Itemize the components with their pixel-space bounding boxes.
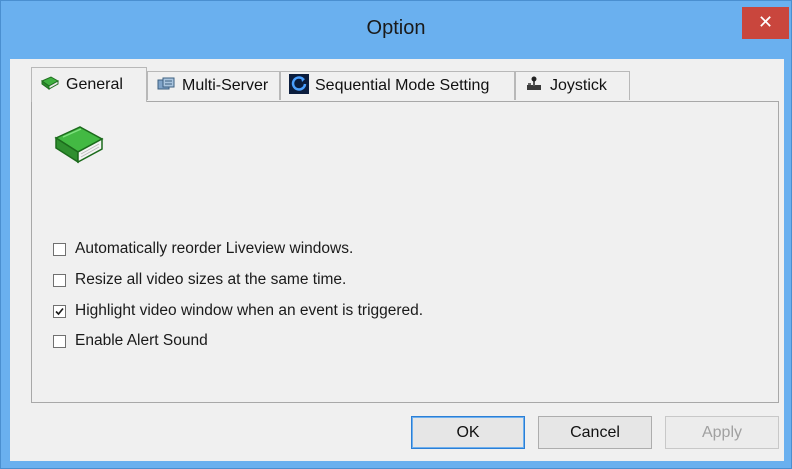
joystick-icon — [524, 76, 544, 97]
window-title: Option — [366, 17, 426, 39]
checkbox[interactable] — [53, 334, 66, 348]
tab-general[interactable]: General — [31, 67, 147, 102]
tab-joystick-label: Joystick — [550, 77, 607, 94]
general-tab-panel: Automatically reorder Liveview windows. … — [31, 101, 779, 403]
tab-multi-server-label: Multi-Server — [182, 77, 269, 94]
cycle-icon — [289, 73, 309, 99]
close-icon: ✕ — [757, 12, 774, 33]
ok-button[interactable]: OK — [411, 416, 525, 449]
option-auto-reorder-liveview[interactable]: Automatically reorder Liveview windows. — [53, 239, 353, 259]
checkbox-checked[interactable] — [53, 304, 66, 318]
close-button[interactable]: ✕ — [742, 7, 789, 39]
tab-general-label: General — [66, 76, 123, 93]
option-label: Enable Alert Sound — [75, 332, 208, 349]
green-book-icon — [40, 75, 60, 96]
checkbox[interactable] — [53, 273, 66, 287]
checkmark-icon — [55, 307, 64, 315]
apply-button[interactable]: Apply — [665, 416, 779, 449]
title-bar[interactable]: Option ✕ — [1, 1, 791, 59]
tab-sequential-mode-setting-label: Sequential Mode Setting — [315, 77, 490, 94]
option-label: Automatically reorder Liveview windows. — [75, 240, 354, 257]
option-label: Highlight video window when an event is … — [75, 302, 424, 319]
green-book-icon — [53, 123, 105, 172]
option-resize-all-video[interactable]: Resize all video sizes at the same time. — [53, 270, 346, 290]
option-label: Resize all video sizes at the same time. — [75, 271, 347, 288]
option-enable-alert-sound[interactable]: Enable Alert Sound — [53, 331, 208, 351]
cancel-button[interactable]: Cancel — [538, 416, 652, 449]
checkbox[interactable] — [53, 242, 66, 256]
tab-sequential-mode-setting[interactable]: Sequential Mode Setting — [280, 71, 515, 100]
tab-multi-server[interactable]: Multi-Server — [147, 71, 280, 100]
option-highlight-video-window[interactable]: Highlight video window when an event is … — [53, 301, 423, 321]
option-dialog: Option ✕ General Multi-Server Sequential… — [0, 0, 792, 469]
tab-joystick[interactable]: Joystick — [515, 71, 630, 100]
servers-icon — [156, 76, 176, 97]
dialog-body: General Multi-Server Sequential Mode Set… — [10, 59, 784, 461]
